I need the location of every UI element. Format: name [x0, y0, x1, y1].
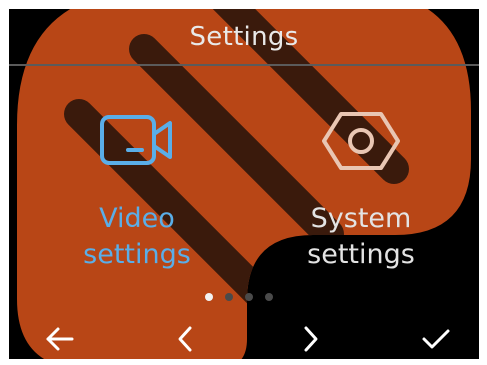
system-settings-tile[interactable]: System settings — [276, 101, 446, 273]
header-divider — [9, 64, 479, 66]
video-settings-label: Video settings — [83, 203, 191, 270]
page-title: Settings — [189, 22, 299, 52]
system-settings-label: System settings — [307, 203, 415, 270]
back-button[interactable] — [30, 319, 90, 359]
page-indicator — [205, 293, 273, 301]
device-screen: Settings Video settings System settings — [9, 9, 479, 359]
chevron-left-icon — [178, 326, 192, 352]
header: Settings — [9, 9, 479, 65]
page-dot-3 — [245, 293, 253, 301]
hexagon-nut-icon — [311, 101, 411, 181]
chevron-right-icon — [304, 326, 318, 352]
arrow-left-icon — [46, 327, 74, 351]
bottom-navbar — [9, 319, 479, 359]
page-dot-4 — [265, 293, 273, 301]
confirm-button[interactable] — [406, 319, 466, 359]
video-settings-tile[interactable]: Video settings — [52, 101, 222, 273]
previous-button[interactable] — [155, 319, 215, 359]
page-dot-1 — [205, 293, 213, 301]
page-dot-2 — [225, 293, 233, 301]
checkmark-icon — [422, 329, 450, 349]
next-button[interactable] — [281, 319, 341, 359]
video-camera-icon — [87, 101, 187, 181]
